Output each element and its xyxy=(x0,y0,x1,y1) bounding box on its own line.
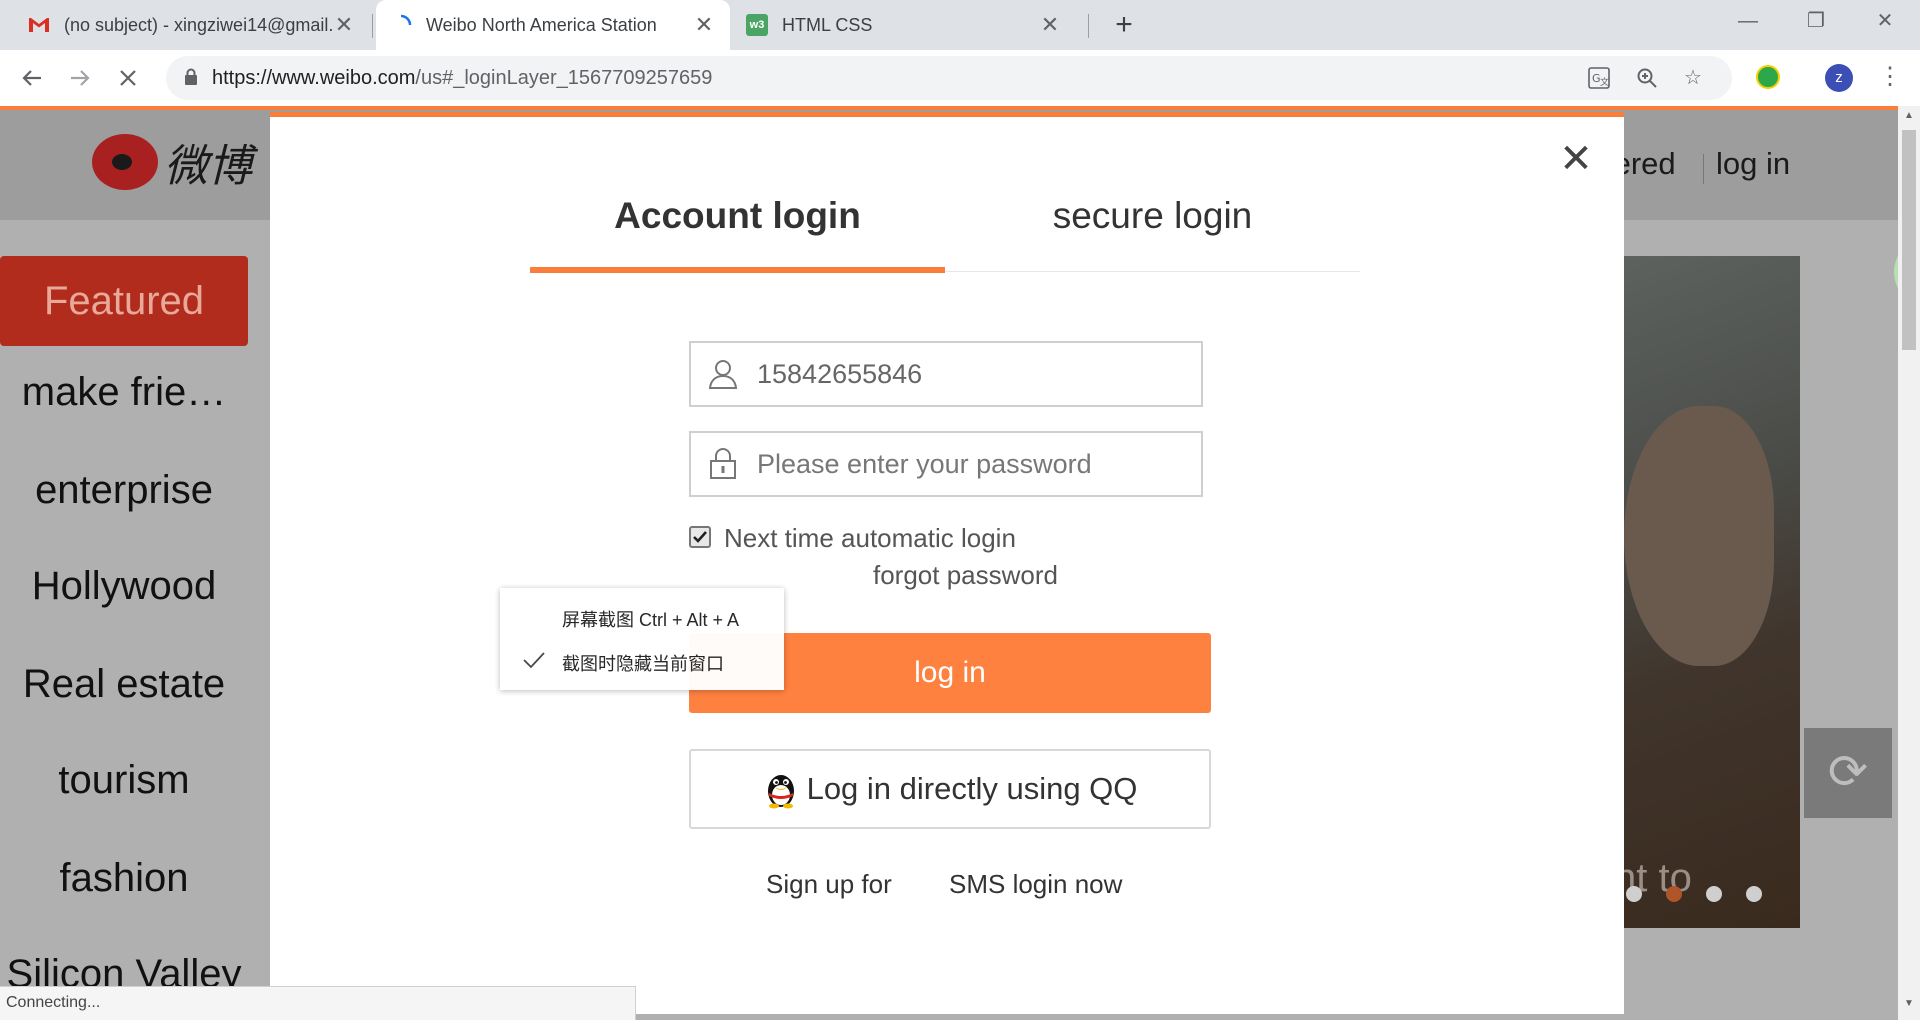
auto-login-checkbox[interactable] xyxy=(689,526,711,548)
lock-icon xyxy=(710,448,736,479)
carousel-dot-active[interactable] xyxy=(1666,886,1682,902)
w3-icon: w3 xyxy=(746,14,768,36)
tab-title: (no subject) - xingziwei14@gmail.com - G… xyxy=(64,14,332,35)
forward-icon[interactable] xyxy=(64,62,96,94)
header-divider xyxy=(1703,154,1704,184)
carousel-dot[interactable] xyxy=(1746,886,1762,902)
lock-icon xyxy=(185,68,197,85)
scroll-up-arrow-icon[interactable]: ▲ xyxy=(1898,110,1920,124)
close-tab-icon[interactable]: ✕ xyxy=(332,12,356,38)
tab-secure-login[interactable]: secure login xyxy=(945,195,1360,237)
auto-login-label[interactable]: Next time automatic login xyxy=(724,523,1016,554)
loading-icon xyxy=(390,14,412,36)
nav-item-tourism[interactable]: tourism xyxy=(0,758,248,803)
tab-divider-line xyxy=(945,271,1360,272)
password-input[interactable] xyxy=(757,443,1177,485)
tab-separator xyxy=(372,14,373,38)
browser-toolbar: https://www.weibo.com/us#_loginLayer_156… xyxy=(0,50,1920,106)
nav-item-enterprise[interactable]: enterprise xyxy=(0,468,248,513)
screenshot-context-menu: 屏幕截图 Ctrl + Alt + A 截图时隐藏当前窗口 xyxy=(500,588,784,690)
scroll-down-arrow-icon[interactable]: ▼ xyxy=(1898,998,1920,1012)
menu-kebab-icon[interactable]: ⋮ xyxy=(1878,62,1902,94)
address-bar[interactable]: https://www.weibo.com/us#_loginLayer_156… xyxy=(166,56,1732,100)
tab-title: Weibo North America Station xyxy=(426,14,657,35)
tab-gmail[interactable]: (no subject) - xingziwei14@gmail.com - G… xyxy=(14,0,370,50)
gmail-icon xyxy=(28,14,50,36)
username-field[interactable] xyxy=(689,341,1203,407)
browser-status-bubble: Connecting... xyxy=(0,986,636,1020)
qq-button-label: Log in directly using QQ xyxy=(806,771,1138,806)
bookmark-star-icon[interactable]: ☆ xyxy=(1678,63,1708,93)
restore-icon[interactable]: ❐ xyxy=(1793,6,1839,36)
browser-tab-bar: (no subject) - xingziwei14@gmail.com - G… xyxy=(0,0,1920,50)
logo-text: 微博 xyxy=(164,141,252,192)
checkmark-icon xyxy=(693,531,707,543)
tab-separator xyxy=(1088,14,1089,38)
profile-avatar[interactable]: z xyxy=(1825,64,1853,92)
banner-image xyxy=(1624,406,1774,666)
nav-item-hollywood[interactable]: Hollywood xyxy=(0,564,248,609)
featured-banner[interactable]: nt to xyxy=(1624,256,1800,928)
window-close-icon[interactable]: ✕ xyxy=(1862,6,1908,36)
qq-login-button[interactable]: Log in directly using QQ xyxy=(689,749,1211,829)
page-scrollbar[interactable]: ▲ ▼ xyxy=(1898,106,1920,1020)
close-tab-icon[interactable]: ✕ xyxy=(1038,12,1062,38)
url-text: https://www.weibo.com/us#_loginLayer_156… xyxy=(212,67,713,89)
header-login-link[interactable]: log in xyxy=(1716,146,1790,182)
sms-login-link[interactable]: SMS login now xyxy=(949,869,1122,900)
signup-link[interactable]: Sign up for xyxy=(766,869,892,900)
translate-icon[interactable]: G文 xyxy=(1584,63,1614,93)
extension-icon[interactable] xyxy=(1756,65,1780,89)
stop-icon[interactable] xyxy=(112,62,144,94)
login-modal: ✕ Account login secure login Next time a… xyxy=(270,112,1624,1014)
menu-item-screenshot[interactable]: 屏幕截图 Ctrl + Alt + A xyxy=(562,606,739,632)
carousel-dot[interactable] xyxy=(1626,886,1642,902)
nav-item-featured[interactable]: Featured xyxy=(0,256,248,346)
tab-html-css[interactable]: w3 HTML CSS ✕ xyxy=(732,0,1076,50)
weibo-logo[interactable]: 微博 xyxy=(92,130,252,194)
carousel-dot[interactable] xyxy=(1706,886,1722,902)
nav-item-real-estate[interactable]: Real estate xyxy=(0,662,248,707)
close-icon[interactable]: ✕ xyxy=(1556,139,1596,179)
tab-title: HTML CSS xyxy=(782,14,873,35)
scroll-thumb[interactable] xyxy=(1902,130,1916,350)
tab-account-login[interactable]: Account login xyxy=(530,195,945,237)
nav-item-make-friends[interactable]: make frie… xyxy=(0,370,248,415)
username-input[interactable] xyxy=(757,353,1177,395)
close-tab-icon[interactable]: ✕ xyxy=(692,12,716,38)
password-field[interactable] xyxy=(689,431,1203,497)
refresh-icon[interactable]: ⟳ xyxy=(1804,728,1892,818)
tab-weibo[interactable]: Weibo North America Station ✕ xyxy=(376,0,730,50)
nav-item-fashion[interactable]: fashion xyxy=(0,856,248,901)
svg-text:文: 文 xyxy=(1600,76,1609,88)
menu-item-hide-window[interactable]: 截图时隐藏当前窗口 xyxy=(562,650,724,676)
back-icon[interactable] xyxy=(16,62,48,94)
active-tab-indicator xyxy=(530,267,945,273)
new-tab-button[interactable]: + xyxy=(1108,9,1140,41)
weibo-eye-icon xyxy=(92,134,158,190)
checkmark-icon xyxy=(523,652,545,669)
forgot-password-link[interactable]: forgot password xyxy=(873,560,1058,591)
qq-penguin-icon xyxy=(767,775,794,809)
minimize-icon[interactable]: — xyxy=(1725,6,1771,36)
zoom-icon[interactable] xyxy=(1632,63,1662,93)
user-icon xyxy=(708,360,738,389)
